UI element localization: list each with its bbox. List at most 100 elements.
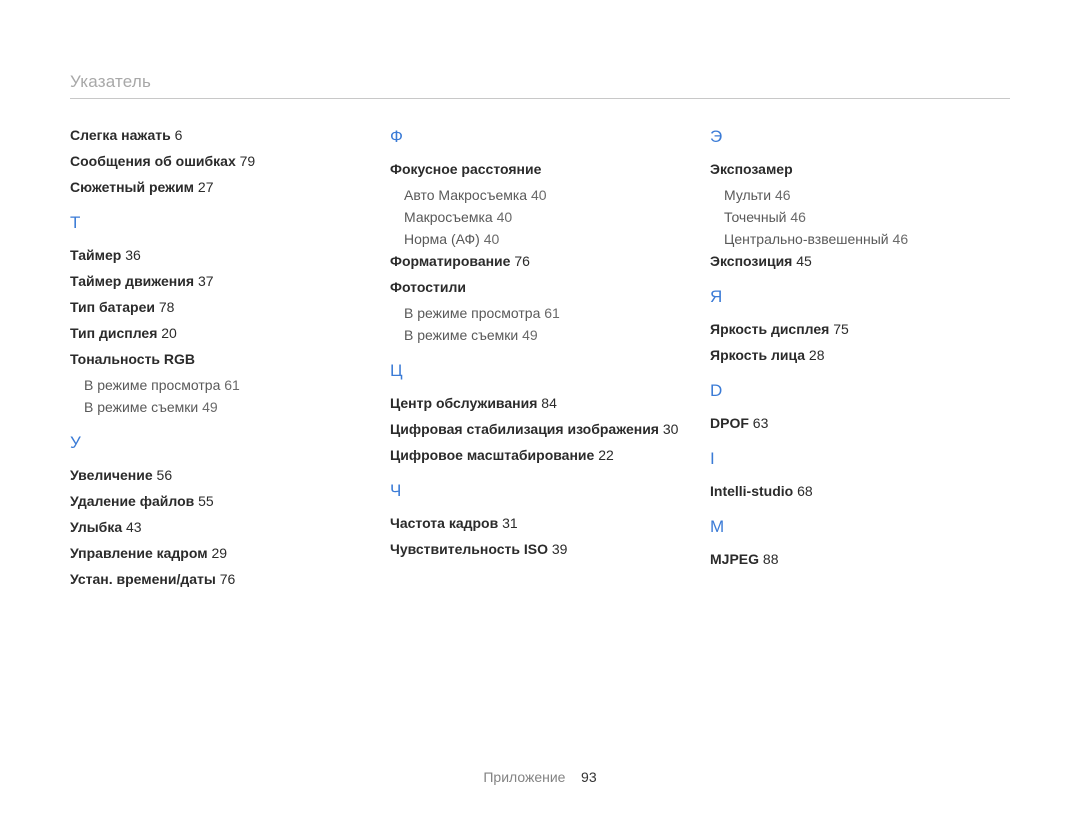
footer-page-number: 93 xyxy=(581,769,597,785)
section-letter: M xyxy=(710,517,1010,537)
index-entry-page: 22 xyxy=(598,447,614,463)
index-group: Таймер 36 Таймер движения 37 Тип батареи 7… xyxy=(70,247,370,415)
index-subentry[interactable]: В режиме просмотра 61 xyxy=(404,305,690,321)
index-entry[interactable]: Фотостили xyxy=(390,279,690,295)
index-entry-label: Центр обслуживания xyxy=(390,395,537,411)
index-entry[interactable]: Улыбка 43 xyxy=(70,519,370,535)
index-subentry[interactable]: В режиме просмотра 61 xyxy=(84,377,370,393)
index-entry[interactable]: Фокусное расстояние xyxy=(390,161,690,177)
index-entry[interactable]: Центр обслуживания 84 xyxy=(390,395,690,411)
index-entry[interactable]: Цифровое масштабирование 22 xyxy=(390,447,690,463)
index-entry[interactable]: Тип батареи 78 xyxy=(70,299,370,315)
index-entry[interactable]: Слегка нажать 6 xyxy=(70,127,370,143)
index-entry[interactable]: Тональность RGB xyxy=(70,351,370,367)
index-entry[interactable]: Чувствительность ISO 39 xyxy=(390,541,690,557)
index-entry-page: 30 xyxy=(663,421,679,437)
index-entry[interactable]: Сюжетный режим 27 xyxy=(70,179,370,195)
column: Слегка нажать 6 Сообщения об ошибках 79 Сю… xyxy=(70,127,370,605)
index-subentry-page: 46 xyxy=(893,231,909,247)
index-entry-page: 68 xyxy=(797,483,813,499)
index-entry[interactable]: Таймер движения 37 xyxy=(70,273,370,289)
index-subentry-page: 61 xyxy=(224,377,240,393)
index-entry[interactable]: Сообщения об ошибках 79 xyxy=(70,153,370,169)
index-group: ЭкспозамерМульти 46Точечный 46Центрально… xyxy=(710,161,1010,269)
index-entry-label: Фотостили xyxy=(390,279,466,295)
section-letter: Я xyxy=(710,287,1010,307)
index-subentry-label: В режиме просмотра xyxy=(404,305,540,321)
index-subentry[interactable]: В режиме съемки 49 xyxy=(404,327,690,343)
index-entry-label: Яркость дисплея xyxy=(710,321,829,337)
index-subentry-page: 49 xyxy=(202,399,218,415)
index-entry[interactable]: Тип дисплея 20 xyxy=(70,325,370,341)
index-entry[interactable]: Экспозамер xyxy=(710,161,1010,177)
index-subentry[interactable]: Точечный 46 xyxy=(724,209,1010,225)
index-entry[interactable]: Таймер 36 xyxy=(70,247,370,263)
index-entry[interactable]: Устан. времени/даты 76 xyxy=(70,571,370,587)
index-entry[interactable]: Частота кадров 31 xyxy=(390,515,690,531)
index-entry-page: 56 xyxy=(157,467,173,483)
index-subentry[interactable]: Норма (АФ) 40 xyxy=(404,231,690,247)
index-group: Фокусное расстояние Авто Макросъемка 40 Ма… xyxy=(390,161,690,343)
index-subentry-label: Центрально-взвешенный xyxy=(724,231,889,247)
index-entry-page: 39 xyxy=(552,541,568,557)
index-entry-page: 27 xyxy=(198,179,214,195)
index-entry-page: 37 xyxy=(198,273,214,289)
section-letter: Ф xyxy=(390,127,690,147)
index-entry-page: 76 xyxy=(514,253,530,269)
index-group: Слегка нажать 6 Сообщения об ошибках 79 Сю… xyxy=(70,127,370,195)
index-subentry[interactable]: Авто Макросъемка 40 xyxy=(404,187,690,203)
index-entry-page: 20 xyxy=(161,325,177,341)
section-letter: Ч xyxy=(390,481,690,501)
index-entry-page: 76 xyxy=(220,571,236,587)
index-group: DPOF 63 xyxy=(710,415,1010,431)
index-subentry[interactable]: В режиме съемки 49 xyxy=(84,399,370,415)
index-subentry[interactable]: Макросъемка 40 xyxy=(404,209,690,225)
index-subentry-page: 40 xyxy=(484,231,500,247)
index-entry-label: Яркость лица xyxy=(710,347,805,363)
index-entry-page: 55 xyxy=(198,493,214,509)
index-entry-label: Сюжетный режим xyxy=(70,179,194,195)
index-entry[interactable]: Intelli-studio 68 xyxy=(710,483,1010,499)
index-entry[interactable]: MJPEG 88 xyxy=(710,551,1010,567)
index-entry[interactable]: Яркость лица 28 xyxy=(710,347,1010,363)
index-entry-label: Цифровое масштабирование xyxy=(390,447,594,463)
index-entry-page: 31 xyxy=(502,515,518,531)
page-title: Указатель xyxy=(70,72,1010,99)
column: Ф Фокусное расстояние Авто Макросъемка 40 М… xyxy=(390,127,690,605)
index-subentry-label: В режиме просмотра xyxy=(84,377,220,393)
index-entry-page: 84 xyxy=(541,395,557,411)
index-entry[interactable]: Цифровая стабилизация изображения 30 xyxy=(390,421,690,437)
index-entry-label: Intelli-studio xyxy=(710,483,793,499)
index-subentry-page: 46 xyxy=(790,209,806,225)
index-entry-page: 36 xyxy=(125,247,141,263)
index-entry-label: Чувствительность ISO xyxy=(390,541,548,557)
index-entry[interactable]: Экспозиция 45 xyxy=(710,253,1010,269)
index-subentry[interactable]: Центрально-взвешенный 46 xyxy=(724,231,1010,247)
index-entry-page: 79 xyxy=(240,153,256,169)
index-entry[interactable]: Управление кадром 29 xyxy=(70,545,370,561)
index-subentry-page: 40 xyxy=(497,209,513,225)
index-entry[interactable]: Увеличение 56 xyxy=(70,467,370,483)
index-subentry[interactable]: Мульти 46 xyxy=(724,187,1010,203)
index-entry-label: Улыбка xyxy=(70,519,122,535)
index-entry-page: 43 xyxy=(126,519,142,535)
section-letter: Т xyxy=(70,213,370,233)
index-subentry-label: Точечный xyxy=(724,209,786,225)
index-entry-page: 78 xyxy=(159,299,175,315)
index-entry[interactable]: DPOF 63 xyxy=(710,415,1010,431)
index-subentry-page: 46 xyxy=(775,187,791,203)
index-entry-page: 29 xyxy=(211,545,227,561)
index-entry[interactable]: Яркость дисплея 75 xyxy=(710,321,1010,337)
index-subentry-label: В режиме съемки xyxy=(84,399,198,415)
index-entry-label: Таймер xyxy=(70,247,121,263)
index-entry[interactable]: Форматирование 76 xyxy=(390,253,690,269)
index-entry-label: Тип батареи xyxy=(70,299,155,315)
index-group: Intelli-studio 68 xyxy=(710,483,1010,499)
index-subentry-page: 61 xyxy=(544,305,560,321)
index-columns: Слегка нажать 6 Сообщения об ошибках 79 Сю… xyxy=(70,127,1010,605)
index-entry-label: Управление кадром xyxy=(70,545,208,561)
section-letter: I xyxy=(710,449,1010,469)
index-group: Увеличение 56 Удаление файлов 55 Улыбка 43… xyxy=(70,467,370,587)
index-entry[interactable]: Удаление файлов 55 xyxy=(70,493,370,509)
index-entry-label: Сообщения об ошибках xyxy=(70,153,236,169)
